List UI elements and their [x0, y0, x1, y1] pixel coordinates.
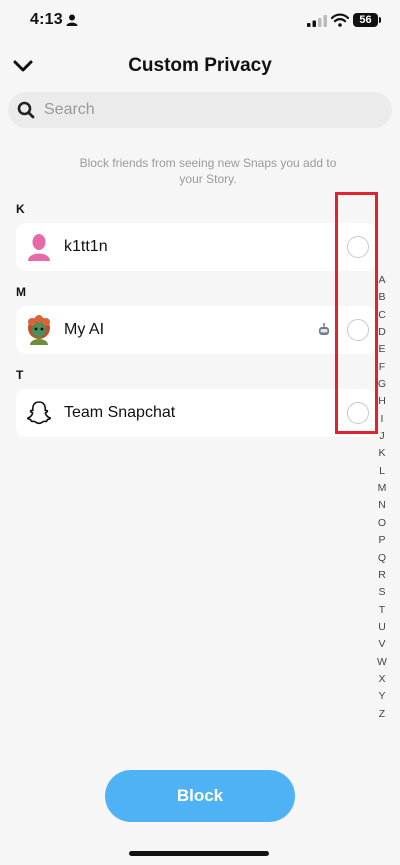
- friend-name: Team Snapchat: [64, 404, 176, 421]
- person-icon: [66, 14, 78, 26]
- bitmoji-silhouette-avatar: [28, 234, 50, 261]
- robot-icon: [319, 323, 329, 335]
- index-letter-y[interactable]: Y: [373, 688, 391, 705]
- friend-name: k1tt1n: [64, 238, 108, 255]
- page-title: Custom Privacy: [128, 55, 272, 76]
- index-letter-z[interactable]: Z: [373, 706, 391, 723]
- my-ai-avatar: [28, 315, 50, 345]
- index-letter-p[interactable]: P: [373, 532, 391, 549]
- index-letter-u[interactable]: U: [373, 619, 391, 636]
- alphabet-index[interactable]: A B C D E F G H I J K L M N O P Q R S T …: [373, 272, 391, 723]
- index-letter-o[interactable]: O: [373, 515, 391, 532]
- friend-name: My AI: [64, 321, 105, 338]
- snapchat-ghost-icon: [26, 401, 52, 425]
- index-letter-h[interactable]: H: [373, 393, 391, 410]
- select-radio-k1tt1n[interactable]: [347, 236, 369, 258]
- index-letter-b[interactable]: B: [373, 289, 391, 306]
- index-letter-f[interactable]: F: [373, 359, 391, 376]
- index-letter-g[interactable]: G: [373, 376, 391, 393]
- status-time: 4:13: [30, 11, 63, 28]
- select-radio-my-ai[interactable]: [347, 319, 369, 341]
- index-letter-t[interactable]: T: [373, 602, 391, 619]
- block-button[interactable]: Block: [105, 770, 295, 822]
- index-letter-l[interactable]: L: [373, 463, 391, 480]
- index-letter-j[interactable]: J: [373, 428, 391, 445]
- index-letter-a[interactable]: A: [373, 272, 391, 289]
- index-letter-d[interactable]: D: [373, 324, 391, 341]
- cellular-signal-icon: [307, 15, 327, 27]
- index-letter-w[interactable]: W: [373, 654, 391, 671]
- section-header-k: K: [16, 202, 25, 216]
- privacy-description: Block friends from seeing new Snaps you …: [79, 156, 337, 186]
- index-letter-r[interactable]: R: [373, 567, 391, 584]
- battery-tip: [379, 17, 381, 23]
- index-letter-c[interactable]: C: [373, 307, 391, 324]
- home-indicator: [129, 851, 269, 856]
- index-letter-m[interactable]: M: [373, 480, 391, 497]
- section-header-t: T: [16, 368, 24, 382]
- index-letter-k[interactable]: K: [373, 445, 391, 462]
- index-letter-n[interactable]: N: [373, 497, 391, 514]
- index-letter-q[interactable]: Q: [373, 550, 391, 567]
- select-radio-team-snapchat[interactable]: [347, 402, 369, 424]
- battery-indicator: 56: [353, 13, 378, 27]
- search-icon: [17, 101, 35, 119]
- index-letter-v[interactable]: V: [373, 636, 391, 653]
- index-letter-x[interactable]: X: [373, 671, 391, 688]
- wifi-icon: [331, 13, 349, 27]
- index-letter-i[interactable]: I: [373, 411, 391, 428]
- section-header-m: M: [16, 285, 26, 299]
- index-letter-e[interactable]: E: [373, 341, 391, 358]
- chevron-down-icon[interactable]: [12, 56, 34, 76]
- index-letter-s[interactable]: S: [373, 584, 391, 601]
- search-input[interactable]: [44, 96, 374, 124]
